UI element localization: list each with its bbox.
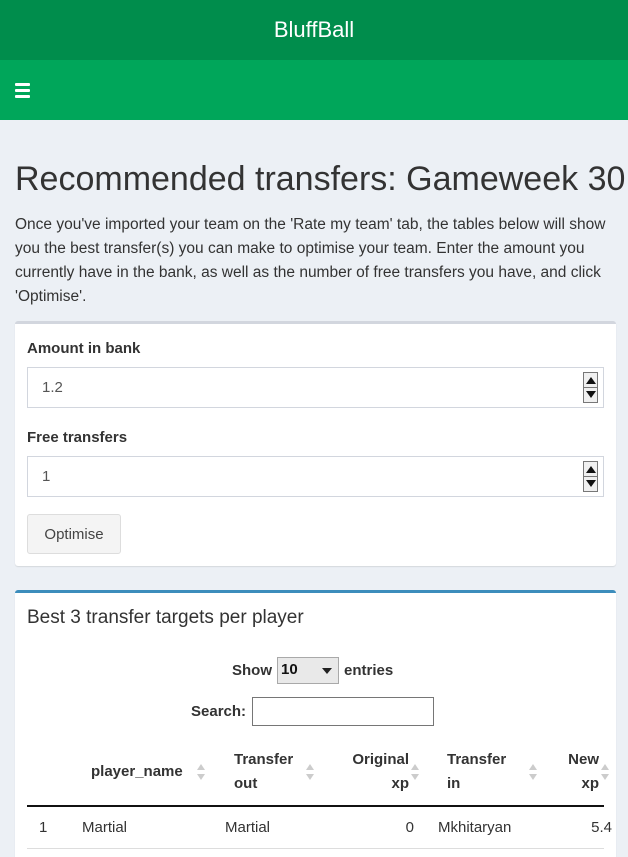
increment-icon[interactable] (586, 377, 596, 384)
column-header-original-xp[interactable]: Original xp (337, 748, 409, 796)
sort-icon[interactable] (529, 764, 537, 780)
column-header-transfer-out[interactable]: Transfer out (234, 748, 304, 796)
table-header: player_name Transfer out Original xp Tra… (27, 743, 609, 807)
page-intro: Once you've imported your team on the 'R… (15, 216, 606, 305)
table-row: 1 Martial Martial 0 Mkhitaryan 5.4 (27, 807, 612, 849)
cell-transfer-in: Mkhitaryan (438, 819, 512, 836)
sort-icon[interactable] (306, 764, 314, 780)
sort-icon[interactable] (601, 764, 609, 780)
chevron-down-icon (322, 668, 332, 674)
row-index: 1 (39, 819, 48, 836)
search-label: Search: (191, 703, 247, 720)
increment-icon[interactable] (586, 466, 596, 473)
decrement-icon[interactable] (586, 391, 596, 398)
entries-length-control: Show 10 entries (232, 657, 393, 684)
bank-stepper[interactable] (583, 372, 598, 403)
app-title: BluffBall (273, 17, 355, 42)
cell-new-xp: 5.4 (591, 819, 612, 836)
free-transfers-stepper[interactable] (583, 461, 598, 492)
sort-icon[interactable] (197, 764, 205, 780)
entries-label: entries (344, 662, 394, 679)
bank-input-value: 1.2 (42, 379, 63, 396)
free-transfers-label: Free transfers (27, 429, 128, 446)
cell-original-xp: 0 (405, 819, 414, 836)
hamburger-menu-icon[interactable] (15, 83, 30, 98)
page-title: Recommended transfers: Gameweek 30 (15, 160, 626, 198)
transfer-targets-box: Best 3 transfer targets per player Show … (15, 590, 616, 857)
app-header: BluffBall (0, 0, 628, 60)
show-label: Show (232, 662, 272, 679)
entries-select-value: 10 (281, 661, 298, 678)
entries-select[interactable]: 10 (277, 657, 339, 684)
cell-player-name: Martial (82, 819, 128, 836)
column-header-player-name[interactable]: player_name (91, 760, 183, 784)
sort-icon[interactable] (411, 764, 419, 780)
column-header-transfer-in[interactable]: Transfer in (447, 748, 517, 796)
free-transfers-input-value: 1 (42, 468, 51, 485)
free-transfers-input[interactable]: 1 (27, 456, 604, 497)
bank-label: Amount in bank (27, 340, 141, 357)
optimise-button[interactable]: Optimise (27, 514, 121, 554)
bank-input[interactable]: 1.2 (27, 367, 604, 408)
decrement-icon[interactable] (586, 480, 596, 487)
optimise-form-box: Amount in bank 1.2 Free transfers 1 Opti… (15, 321, 616, 566)
box-title: Best 3 transfer targets per player (27, 607, 304, 628)
column-header-new-xp[interactable]: New xp (563, 748, 599, 796)
search-input[interactable] (252, 697, 435, 726)
table-search: Search: (191, 697, 435, 726)
cell-transfer-out: Martial (225, 819, 271, 836)
navbar (0, 60, 628, 120)
